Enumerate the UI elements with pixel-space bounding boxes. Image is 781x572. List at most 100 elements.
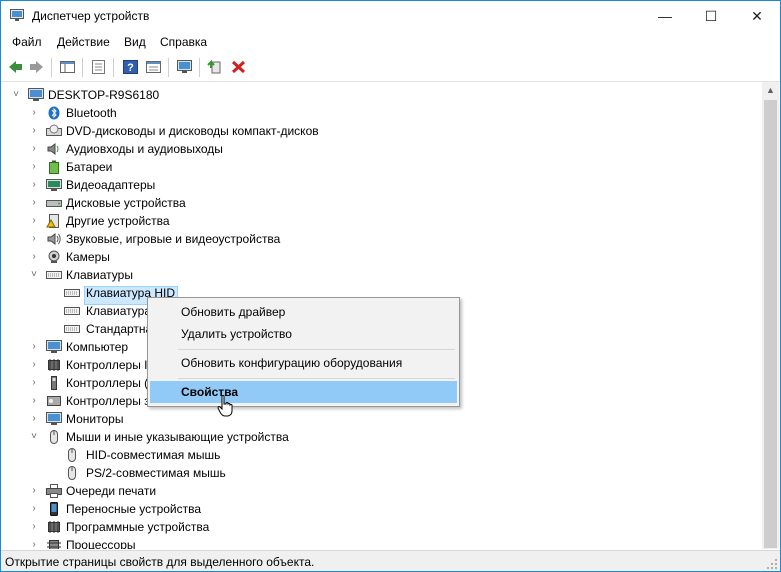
expand-chevron-icon[interactable]: › xyxy=(29,104,39,122)
expand-chevron-icon[interactable]: › xyxy=(29,212,39,230)
tree-item-keyboards[interactable]: ˅ Клавиатуры xyxy=(2,266,602,284)
tree-item-label: Камеры xyxy=(66,250,110,264)
tree-item-portable-devices[interactable]: › Переносные устройства xyxy=(2,500,602,518)
tree-item-print-queues[interactable]: › Очереди печати xyxy=(2,482,602,500)
monitor-scan-icon[interactable] xyxy=(176,59,193,75)
show-hide-tree-icon[interactable] xyxy=(59,59,76,75)
tree-item-disk-drives[interactable]: › Дисковые устройства xyxy=(2,194,602,212)
tree-item-label: Видеоадаптеры xyxy=(66,178,156,192)
collapse-chevron-icon[interactable]: ˅ xyxy=(29,428,39,446)
expand-chevron-icon[interactable]: › xyxy=(29,374,39,392)
speaker-icon xyxy=(47,143,59,155)
help-icon[interactable]: ? xyxy=(122,59,139,75)
software-device-icon xyxy=(48,521,60,533)
expand-chevron-icon[interactable]: › xyxy=(29,536,39,549)
scroll-up-arrow-icon[interactable]: ▲ xyxy=(762,82,779,99)
expand-chevron-icon[interactable]: › xyxy=(29,248,39,266)
context-menu-scan-hardware[interactable]: Обновить конфигурацию оборудования xyxy=(150,352,457,374)
tree-item-display-adapters[interactable]: › Видеоадаптеры xyxy=(2,176,602,194)
status-text: Открытие страницы свойств для выделенног… xyxy=(5,555,315,569)
expand-chevron-icon[interactable]: › xyxy=(29,158,39,176)
keyboard-icon xyxy=(64,289,80,297)
expand-chevron-icon[interactable]: › xyxy=(29,500,39,518)
tree-item-label: Клавиатуры xyxy=(66,268,133,282)
context-menu-properties[interactable]: Свойства xyxy=(150,381,457,403)
collapse-chevron-icon[interactable]: ˅ xyxy=(29,266,39,284)
display-adapter-icon xyxy=(46,179,62,191)
tree-item-mice[interactable]: ˅ Мыши и иные указывающие устройства xyxy=(2,428,602,446)
expand-chevron-icon[interactable]: › xyxy=(29,482,39,500)
tree-item-label: Bluetooth xyxy=(66,106,117,120)
processor-icon xyxy=(47,540,61,549)
menu-action[interactable]: Действие xyxy=(57,35,110,49)
tree-item-software-devices[interactable]: › Программные устройства xyxy=(2,518,602,536)
minimize-button[interactable]: — xyxy=(642,1,688,31)
context-menu-label: Обновить драйвер xyxy=(181,305,286,319)
tree-item-cameras[interactable]: › Камеры xyxy=(2,248,602,266)
expand-chevron-icon[interactable]: › xyxy=(29,392,39,410)
tree-item-processors[interactable]: › Процессоры xyxy=(2,536,602,549)
maximize-button[interactable]: ☐ xyxy=(688,1,734,31)
tree-item-sound[interactable]: › Звуковые, игровые и видеоустройства xyxy=(2,230,602,248)
expand-chevron-icon[interactable]: › xyxy=(29,338,39,356)
tree-item-label: Другие устройства xyxy=(66,214,170,228)
title-bar[interactable]: Диспетчер устройств — ☐ ✕ xyxy=(1,1,780,31)
forward-arrow-icon[interactable] xyxy=(28,59,45,75)
battery-icon xyxy=(49,160,59,174)
scrollbar-thumb[interactable] xyxy=(764,100,777,548)
menu-view[interactable]: Вид xyxy=(124,35,146,49)
mouse-icon xyxy=(68,448,76,462)
tree-item-ps2-mouse[interactable]: PS/2-совместимая мышь xyxy=(2,464,602,482)
close-button[interactable]: ✕ xyxy=(734,1,780,31)
menu-file[interactable]: Файл xyxy=(12,35,42,49)
tree-item-label: HID-совместимая мышь xyxy=(86,448,221,462)
update-driver-icon[interactable] xyxy=(207,59,224,75)
uninstall-x-icon[interactable] xyxy=(230,59,247,75)
context-menu-separator xyxy=(178,349,455,350)
menu-help[interactable]: Справка xyxy=(160,35,207,49)
toolbar-separator xyxy=(51,58,52,77)
tree-item-other-devices[interactable]: › Другие устройства xyxy=(2,212,602,230)
expand-chevron-icon[interactable]: › xyxy=(29,122,39,140)
tree-item-monitors[interactable]: › Мониторы xyxy=(2,410,602,428)
expand-chevron-icon[interactable]: › xyxy=(29,410,39,428)
tree-item-label: Клавиатура xyxy=(86,304,151,318)
mouse-icon xyxy=(50,430,58,444)
dvd-drive-icon xyxy=(46,124,62,136)
keyboard-icon xyxy=(64,325,80,333)
portable-device-icon xyxy=(50,502,58,516)
context-menu-uninstall-device[interactable]: Удалить устройство xyxy=(150,323,457,345)
expand-chevron-icon[interactable]: › xyxy=(29,176,39,194)
mouse-cursor-icon xyxy=(217,395,233,417)
tree-item-hid-mouse[interactable]: HID-совместимая мышь xyxy=(2,446,602,464)
menu-bar: Файл Действие Вид Справка xyxy=(1,31,780,53)
expand-chevron-icon[interactable]: › xyxy=(29,140,39,158)
camera-icon xyxy=(48,250,60,263)
tree-item-bluetooth[interactable]: › Bluetooth xyxy=(2,104,602,122)
expand-chevron-icon[interactable]: › xyxy=(29,230,39,248)
tree-item-label: Мыши и иные указывающие устройства xyxy=(66,430,289,444)
resource-view-icon[interactable] xyxy=(145,59,162,75)
monitor-icon xyxy=(46,412,62,425)
collapse-chevron-icon[interactable]: ˅ xyxy=(11,86,21,104)
vertical-scrollbar[interactable]: ▲ xyxy=(762,82,779,549)
tree-item-label: Стандартна xyxy=(86,322,153,336)
tree-item-label: Переносные устройства xyxy=(66,502,202,516)
expand-chevron-icon[interactable]: › xyxy=(29,356,39,374)
tree-item-batteries[interactable]: › Батареи xyxy=(2,158,602,176)
properties-icon[interactable] xyxy=(90,59,107,75)
computer-icon xyxy=(46,340,62,353)
expand-chevron-icon[interactable]: › xyxy=(29,518,39,536)
tree-item-label: Контроллеры з xyxy=(66,394,150,408)
tree-item-label: Программные устройства xyxy=(66,520,210,534)
toolbar-separator xyxy=(82,58,83,77)
back-arrow-icon[interactable] xyxy=(7,59,24,75)
mouse-icon xyxy=(68,466,76,480)
tree-root[interactable]: ˅ DESKTOP-R9S6180 xyxy=(2,86,602,104)
expand-chevron-icon[interactable]: › xyxy=(29,194,39,212)
computer-icon xyxy=(28,88,44,101)
context-menu-update-driver[interactable]: Обновить драйвер xyxy=(150,301,457,323)
tree-item-dvd[interactable]: › DVD-дисководы и дисководы компакт-диск… xyxy=(2,122,602,140)
resize-grip-icon[interactable] xyxy=(766,558,778,570)
tree-item-audio-io[interactable]: › Аудиовходы и аудиовыходы xyxy=(2,140,602,158)
